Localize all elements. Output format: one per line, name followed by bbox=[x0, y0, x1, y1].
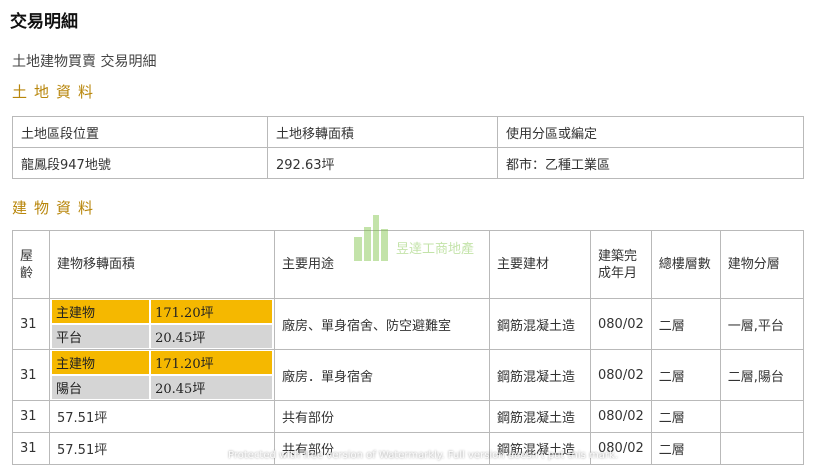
sub-area-value: 20.45坪 bbox=[151, 325, 272, 348]
row-completed: 080/02 bbox=[590, 432, 652, 465]
sub-area-value: 20.45坪 bbox=[151, 376, 272, 399]
row-floor-split: 二層,陽台 bbox=[719, 349, 805, 401]
row-material: 鋼筋混凝土造 bbox=[489, 432, 591, 465]
row-completed: 080/02 bbox=[590, 400, 652, 433]
land-header-row: 土地區段位置 土地移轉面積 使用分區或編定 bbox=[12, 116, 804, 148]
area-breakdown: 主建物 171.20坪 陽台 20.45坪 bbox=[49, 349, 275, 401]
header-age: 屋齡 bbox=[12, 230, 50, 299]
header-floors: 總樓層數 bbox=[650, 230, 721, 299]
row-use: 共有部份 bbox=[274, 432, 490, 465]
header-floor-split: 建物分層 bbox=[719, 230, 805, 299]
main-building-value: 171.20坪 bbox=[151, 300, 272, 323]
main-building-label: 主建物 bbox=[52, 300, 150, 323]
land-header-area: 土地移轉面積 bbox=[267, 116, 498, 148]
land-table: 土地區段位置 土地移轉面積 使用分區或編定 龍鳳段947地號 292.63坪 都… bbox=[12, 116, 804, 179]
row-age: 31 bbox=[12, 298, 50, 350]
sub-area-line: 平台 20.45坪 bbox=[52, 325, 272, 348]
table-row: 31 57.51坪 共有部份 鋼筋混凝土造 080/02 二層 bbox=[12, 400, 805, 433]
row-use: 廠房、單身宿舍、防空避難室 bbox=[274, 298, 490, 350]
building-header-row: 屋齡 建物移轉面積 主要用途 主要建材 建築完成年月 總樓層數 建物分層 bbox=[12, 230, 805, 299]
main-building-label: 主建物 bbox=[52, 351, 150, 374]
row-material: 鋼筋混凝土造 bbox=[489, 349, 591, 401]
page-title: 交易明細 bbox=[10, 12, 78, 32]
row-floor-split: 一層,平台 bbox=[719, 298, 805, 350]
page-subtitle: 土地建物買賣 交易明細 bbox=[12, 54, 157, 70]
land-data-row: 龍鳳段947地號 292.63坪 都市：乙種工業區 bbox=[12, 147, 804, 179]
row-floor-split bbox=[719, 432, 805, 465]
table-row: 31 主建物 171.20坪 平台 20.45坪 廠房、單身宿舍、防空避難室 鋼… bbox=[12, 298, 805, 350]
land-zoning: 都市：乙種工業區 bbox=[497, 147, 804, 179]
header-material: 主要建材 bbox=[489, 230, 591, 299]
row-area: 57.51坪 bbox=[49, 432, 275, 465]
row-use: 廠房．單身宿舍 bbox=[274, 349, 490, 401]
sub-area-label: 平台 bbox=[52, 325, 150, 348]
row-completed: 080/02 bbox=[590, 298, 652, 350]
row-floors: 二層 bbox=[650, 349, 721, 401]
header-completed: 建築完成年月 bbox=[590, 230, 652, 299]
row-floors: 二層 bbox=[650, 432, 721, 465]
sub-area-label: 陽台 bbox=[52, 376, 150, 399]
building-table: 屋齡 建物移轉面積 主要用途 主要建材 建築完成年月 總樓層數 建物分層 31 … bbox=[12, 230, 805, 465]
area-breakdown: 主建物 171.20坪 平台 20.45坪 bbox=[49, 298, 275, 350]
header-area: 建物移轉面積 bbox=[49, 230, 275, 299]
row-material: 鋼筋混凝土造 bbox=[489, 400, 591, 433]
land-area: 292.63坪 bbox=[267, 147, 498, 179]
land-header-zoning: 使用分區或編定 bbox=[497, 116, 804, 148]
land-header-location: 土地區段位置 bbox=[12, 116, 268, 148]
row-use: 共有部份 bbox=[274, 400, 490, 433]
building-section-heading: 建物資料 bbox=[12, 199, 101, 217]
row-floors: 二層 bbox=[650, 298, 721, 350]
row-floor-split bbox=[719, 400, 805, 433]
row-age: 31 bbox=[12, 400, 50, 433]
row-area: 57.51坪 bbox=[49, 400, 275, 433]
land-location: 龍鳳段947地號 bbox=[12, 147, 268, 179]
row-age: 31 bbox=[12, 349, 50, 401]
table-row: 31 主建物 171.20坪 陽台 20.45坪 廠房．單身宿舍 鋼筋混凝土造 … bbox=[12, 349, 805, 401]
main-building-value: 171.20坪 bbox=[151, 351, 272, 374]
row-material: 鋼筋混凝土造 bbox=[489, 298, 591, 350]
table-row: 31 57.51坪 共有部份 鋼筋混凝土造 080/02 二層 bbox=[12, 432, 805, 465]
sub-area-line: 陽台 20.45坪 bbox=[52, 376, 272, 399]
main-building-line: 主建物 171.20坪 bbox=[52, 300, 272, 323]
main-building-line: 主建物 171.20坪 bbox=[52, 351, 272, 374]
header-use: 主要用途 bbox=[274, 230, 490, 299]
row-floors: 二層 bbox=[650, 400, 721, 433]
row-age: 31 bbox=[12, 432, 50, 465]
land-section-heading: 土地資料 bbox=[12, 83, 101, 101]
row-completed: 080/02 bbox=[590, 349, 652, 401]
